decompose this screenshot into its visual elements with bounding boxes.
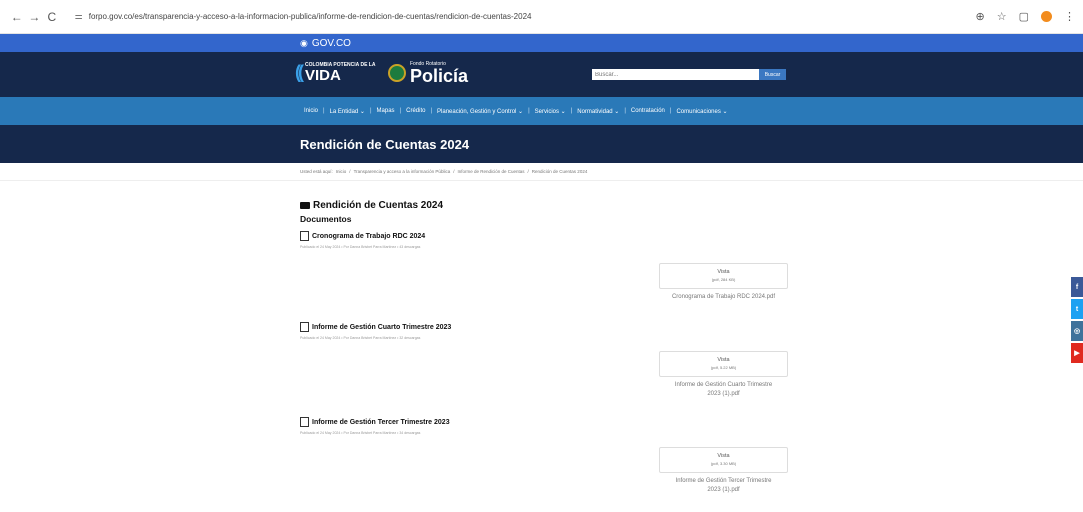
menu-item-planeacion[interactable]: Planeación, Gestión y Control ⌄: [433, 108, 527, 115]
document-item: Informe de Gestión Cuarto Trimestre 2023…: [300, 322, 790, 340]
gov-crest-icon: ◉: [300, 37, 308, 48]
vida-chevron-icon: ((: [295, 62, 304, 82]
menu-item-servicios[interactable]: Servicios ⌄: [531, 108, 570, 115]
section-subtitle: Documentos: [300, 214, 352, 224]
file-name: Cronograma de Trabajo RDC 2024.pdf: [671, 294, 776, 300]
gov-link[interactable]: GOV.CO: [312, 38, 351, 49]
back-button[interactable]: ←: [8, 10, 26, 24]
facebook-icon[interactable]: f: [1071, 277, 1083, 297]
menu-item-normatividad[interactable]: Normatividad ⌄: [573, 108, 623, 115]
fondo-policia-logo[interactable]: Fondo Rotatorio Policía: [388, 61, 468, 85]
document-view-button[interactable]: Vista (pdf, 284 KB): [659, 263, 788, 289]
document-meta: Publicado el 24 May 2024 • Por Danna Bri…: [300, 431, 421, 435]
menu-kebab-icon[interactable]: ⋮: [1064, 10, 1075, 23]
menu-item-credito[interactable]: Crédito: [402, 108, 429, 114]
document-meta: Publicado el 24 May 2024 • Por Danna Bri…: [300, 245, 421, 249]
profile-avatar-icon[interactable]: [1041, 11, 1052, 22]
bookmark-star-icon[interactable]: ☆: [997, 10, 1007, 23]
section-title: Rendición de Cuentas 2024: [300, 200, 443, 211]
menu-item-la-entidad[interactable]: La Entidad ⌄: [326, 108, 369, 115]
file-size: (pdf, 284 KB): [711, 277, 736, 282]
menu-item-comunicaciones[interactable]: Comunicaciones ⌄: [672, 108, 731, 115]
breadcrumb-current: Rendición de Cuentas 2024: [531, 169, 588, 174]
forward-button[interactable]: →: [26, 10, 44, 24]
breadcrumb-prefix: Usted está aquí:: [300, 169, 333, 174]
policia-badge-icon: [388, 64, 406, 82]
gov-bar: ◉ GOV.CO: [0, 34, 1083, 52]
document-meta: Publicado el 24 May 2024 • Por Danna Bri…: [300, 336, 421, 340]
youtube-icon[interactable]: ▶: [1071, 343, 1083, 363]
file-name: Informe de Gestión Tercer Trimestre 2023…: [675, 478, 772, 493]
search-input[interactable]: [592, 69, 759, 80]
menu-item-contratacion[interactable]: Contratación: [627, 108, 669, 114]
vida-big-text: VIDA: [305, 66, 341, 84]
document-title-link[interactable]: Cronograma de Trabajo RDC 2024: [312, 233, 425, 240]
file-size: (pdf, 3.30 MB): [710, 461, 737, 466]
breadcrumb: Usted está aquí: Inicio / Transparencia …: [0, 163, 1083, 181]
document-view-button[interactable]: Vista (pdf, 5.22 MB): [659, 351, 788, 377]
main-menu: Inicio | La Entidad ⌄ | Mapas | Crédito …: [0, 97, 1083, 125]
extensions-icon[interactable]: ▢: [1019, 10, 1029, 23]
file-size: (pdf, 5.22 MB): [710, 365, 737, 370]
colombia-vida-logo[interactable]: (( COLOMBIA POTENCIA DE LA VIDA: [295, 62, 375, 83]
pdf-file-icon: [300, 231, 309, 241]
site-info-icon[interactable]: ⚌: [75, 11, 83, 22]
document-item: Informe de Gestión Tercer Trimestre 2023…: [300, 417, 790, 435]
search-button[interactable]: Buscar: [759, 69, 786, 80]
menu-item-inicio[interactable]: Inicio: [300, 108, 322, 114]
breadcrumb-link[interactable]: Informe de Rendición de Cuentas: [457, 169, 524, 174]
reload-button[interactable]: C: [43, 10, 61, 24]
breadcrumb-link[interactable]: Inicio: [336, 169, 347, 174]
site-header: (( COLOMBIA POTENCIA DE LA VIDA Fondo Ro…: [0, 52, 1083, 97]
file-name: Informe de Gestión Cuarto Trimestre 2023…: [674, 382, 773, 397]
breadcrumb-link[interactable]: Transparencia y acceso a la información …: [354, 169, 451, 174]
menu-item-mapas[interactable]: Mapas: [373, 108, 399, 114]
page-banner: Rendición de Cuentas 2024: [0, 125, 1083, 163]
instagram-icon[interactable]: ◎: [1071, 321, 1083, 341]
address-bar[interactable]: ⚌ forpo.gov.co/es/transparencia-y-acceso…: [68, 5, 976, 28]
browser-actions: ⊕ ☆ ▢ ⋮: [976, 10, 1075, 23]
twitter-icon[interactable]: t: [1071, 299, 1083, 319]
site-search: Buscar: [592, 69, 786, 80]
pdf-file-icon: [300, 322, 309, 332]
folder-icon: [300, 202, 310, 209]
document-title-link[interactable]: Informe de Gestión Cuarto Trimestre 2023: [312, 324, 451, 331]
document-title-link[interactable]: Informe de Gestión Tercer Trimestre 2023: [312, 419, 450, 426]
policia-big-text: Policía: [410, 66, 469, 86]
browser-toolbar: ← → C ⚌ forpo.gov.co/es/transparencia-y-…: [0, 0, 1083, 34]
document-item: Cronograma de Trabajo RDC 2024 Publicado…: [300, 231, 790, 249]
document-view-button[interactable]: Vista (pdf, 3.30 MB): [659, 447, 788, 473]
page-title: Rendición de Cuentas 2024: [300, 136, 470, 152]
zoom-icon[interactable]: ⊕: [976, 10, 985, 23]
url-text: forpo.gov.co/es/transparencia-y-acceso-a…: [88, 12, 532, 21]
pdf-file-icon: [300, 417, 309, 427]
